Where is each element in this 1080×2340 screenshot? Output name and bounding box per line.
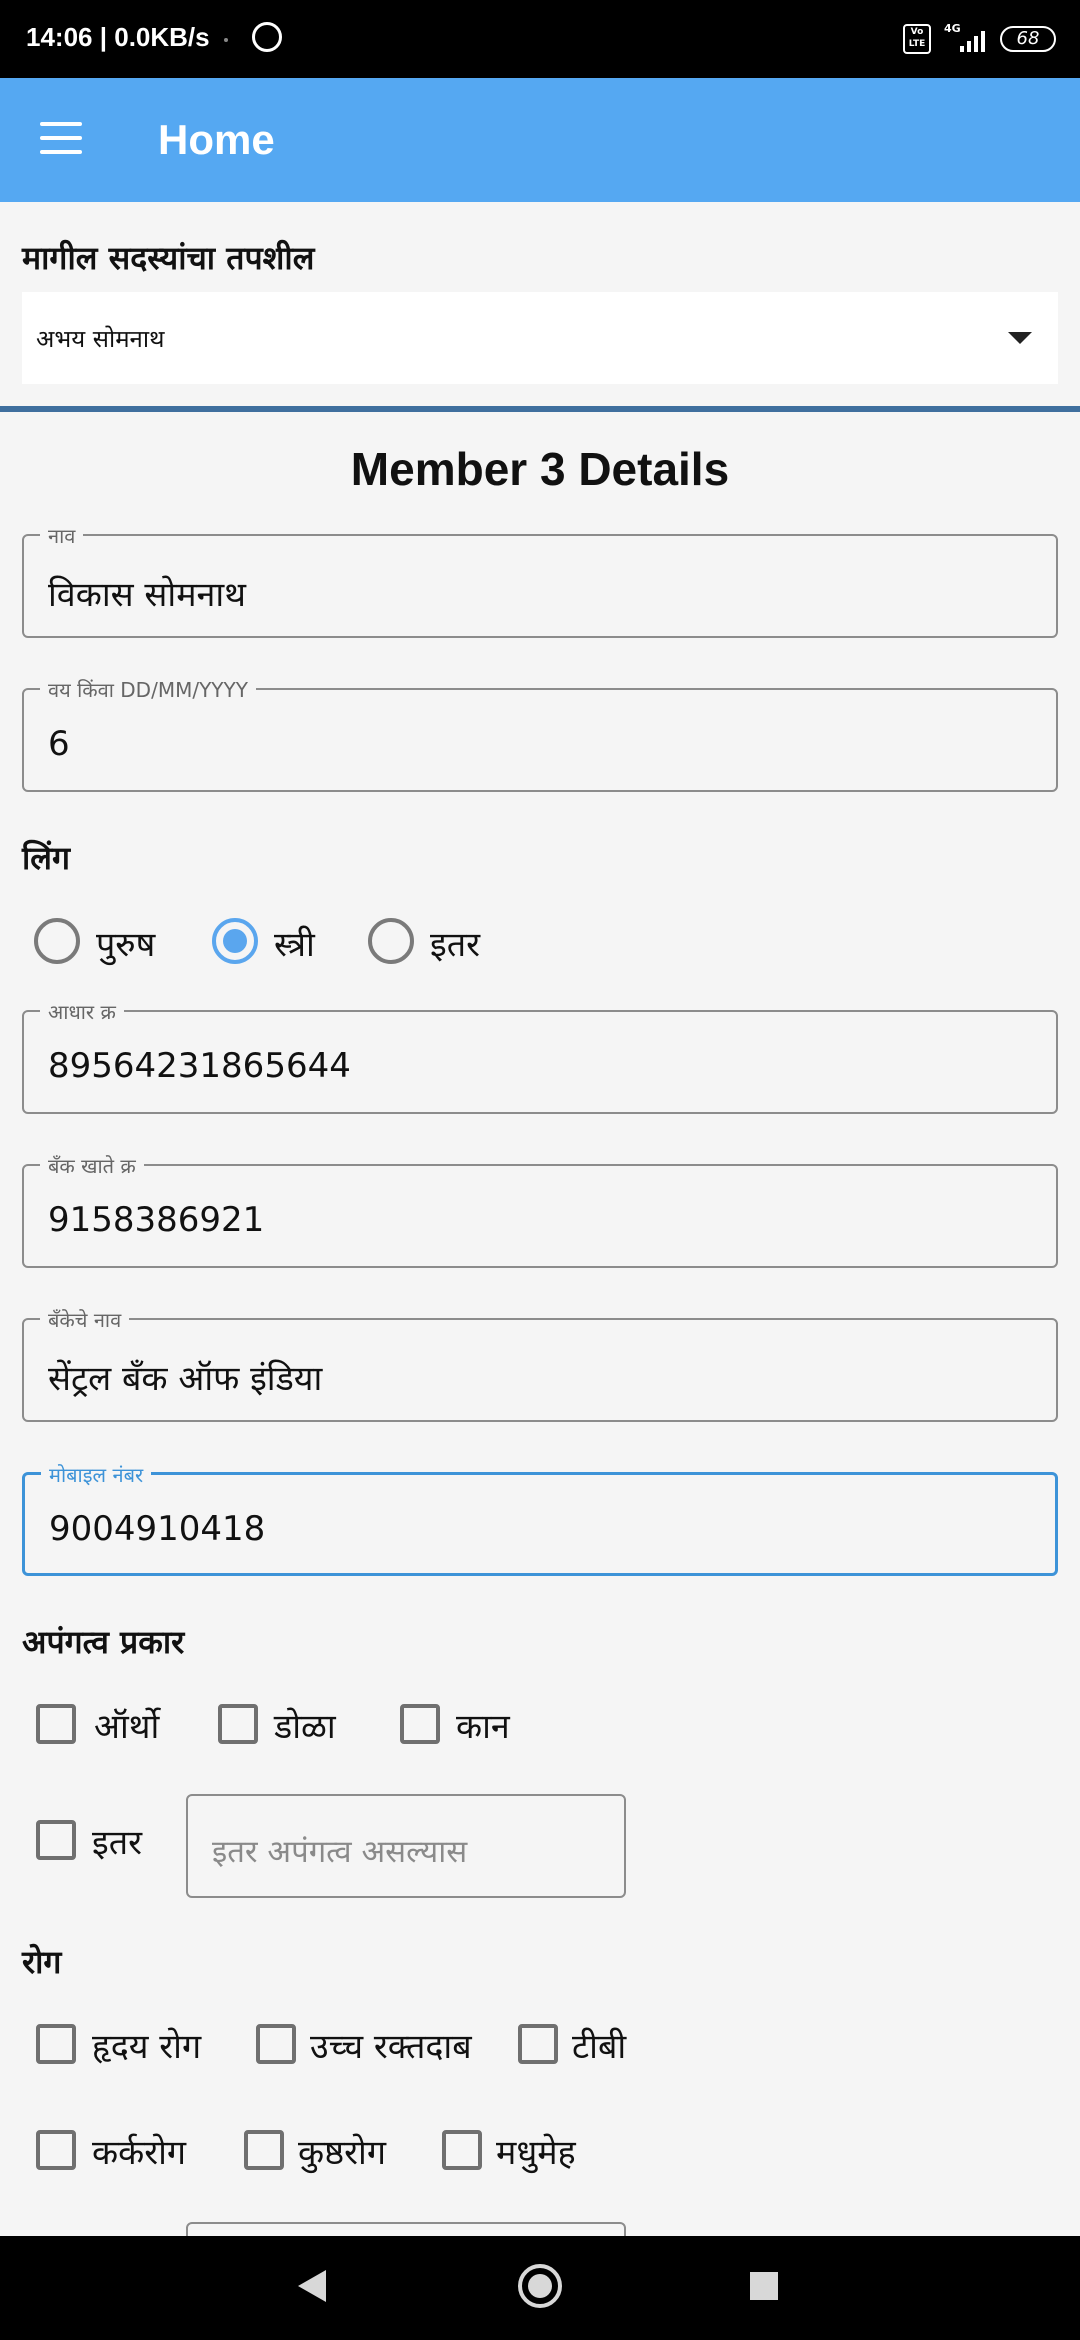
home-icon[interactable] <box>518 2264 562 2308</box>
system-nav-bar <box>0 2236 1080 2340</box>
disease-option-heart: हृदय रोग <box>92 2027 202 2067</box>
disability-option-ortho: ऑर्थो <box>94 1707 160 1747</box>
disability-checkbox-ortho[interactable] <box>36 1704 76 1744</box>
member-title: Member 3 Details <box>350 443 730 495</box>
gender-option-female: स्त्री <box>274 925 315 965</box>
gender-option-other: इतर <box>430 925 480 965</box>
disability-checkbox-ear[interactable] <box>400 1704 440 1744</box>
gender-option-male: पुरुष <box>96 925 156 965</box>
gender-heading: लिंग <box>22 839 71 877</box>
name-label: नाव <box>40 522 84 549</box>
aadhar-label: आधार क्र <box>40 998 124 1025</box>
previous-member-dropdown[interactable]: अभय सोमनाथ <box>22 292 1058 384</box>
bank-name-field[interactable]: बँकेचे नाव सेंट्रल बँक ऑफ इंडिया <box>22 1306 1058 1422</box>
other-disability-input[interactable]: इतर अपंगत्व असल्यास <box>186 1794 626 1898</box>
bank-account-value: 9158386921 <box>48 1200 265 1240</box>
gender-radio-other[interactable] <box>368 918 414 964</box>
age-value: 6 <box>48 724 70 764</box>
disease-heading: रोग <box>22 1943 62 1981</box>
age-label: वय किंवा DD/MM/YYYY <box>40 676 256 703</box>
disability-heading: अपंगत्व प्रकार <box>22 1623 185 1661</box>
disease-checkbox-heart[interactable] <box>36 2024 76 2064</box>
mobile-label: मोबाइल नंबर <box>41 1461 152 1488</box>
previous-member-selected: अभय सोमनाथ <box>36 325 165 353</box>
previous-members-heading: मागील सदस्यांचा तपशील <box>22 239 315 277</box>
bank-name-value: सेंट्रल बँक ऑफ इंडिया <box>48 1359 323 1399</box>
gender-radio-female[interactable] <box>212 918 258 964</box>
disease-option-bp: उच्च रक्तदाब <box>310 2027 472 2067</box>
whatsapp-icon <box>252 22 282 52</box>
network-type: 4G <box>944 22 961 35</box>
name-value: विकास सोमनाथ <box>48 575 246 615</box>
mobile-value: 9004910418 <box>49 1509 266 1549</box>
disease-option-leprosy: कुष्ठरोग <box>298 2133 386 2173</box>
recent-apps-icon[interactable] <box>750 2272 778 2300</box>
disease-checkbox-leprosy[interactable] <box>244 2130 284 2170</box>
disease-option-cancer: कर्करोग <box>92 2133 187 2173</box>
disease-option-diabetes: मधुमेह <box>496 2133 576 2173</box>
bank-account-label: बँक खाते क्र <box>40 1152 144 1179</box>
gender-radio-male[interactable] <box>34 918 80 964</box>
aadhar-value: 89564231865644 <box>48 1046 351 1086</box>
page-title: Home <box>158 116 275 163</box>
separator-dot <box>224 38 228 42</box>
disease-option-tb: टीबी <box>572 2027 627 2067</box>
disability-checkbox-other[interactable] <box>36 1820 76 1860</box>
disease-checkbox-bp[interactable] <box>256 2024 296 2064</box>
age-field[interactable]: वय किंवा DD/MM/YYYY 6 <box>22 676 1058 792</box>
other-disability-placeholder: इतर अपंगत्व असल्यास <box>212 1834 468 1870</box>
bank-account-field[interactable]: बँक खाते क्र 9158386921 <box>22 1152 1058 1268</box>
app-bar: Home <box>0 78 1080 202</box>
disease-checkbox-cancer[interactable] <box>36 2130 76 2170</box>
disease-checkbox-tb[interactable] <box>518 2024 558 2064</box>
battery-icon: 68 <box>1000 26 1056 52</box>
chevron-down-icon <box>1008 332 1032 344</box>
disability-option-other: इतर <box>92 1823 142 1863</box>
aadhar-field[interactable]: आधार क्र 89564231865644 <box>22 998 1058 1114</box>
back-icon[interactable] <box>298 2270 326 2302</box>
signal-icon <box>960 31 985 52</box>
volte-icon: Vo LTE <box>903 24 931 54</box>
disability-checkbox-eye[interactable] <box>218 1704 258 1744</box>
disability-option-eye: डोळा <box>274 1707 336 1747</box>
mobile-field[interactable]: मोबाइल नंबर 9004910418 <box>22 1461 1058 1576</box>
name-field[interactable]: नाव विकास सोमनाथ <box>22 522 1058 638</box>
status-bar: 14:06 | 0.0KB/s Vo LTE 4G 68 <box>0 0 1080 78</box>
divider <box>0 406 1080 412</box>
disease-checkbox-diabetes[interactable] <box>442 2130 482 2170</box>
bank-name-label: बँकेचे नाव <box>40 1306 130 1333</box>
disability-option-ear: कान <box>456 1707 510 1747</box>
status-time: 14:06 | 0.0KB/s <box>26 22 210 52</box>
menu-icon[interactable] <box>40 122 82 156</box>
